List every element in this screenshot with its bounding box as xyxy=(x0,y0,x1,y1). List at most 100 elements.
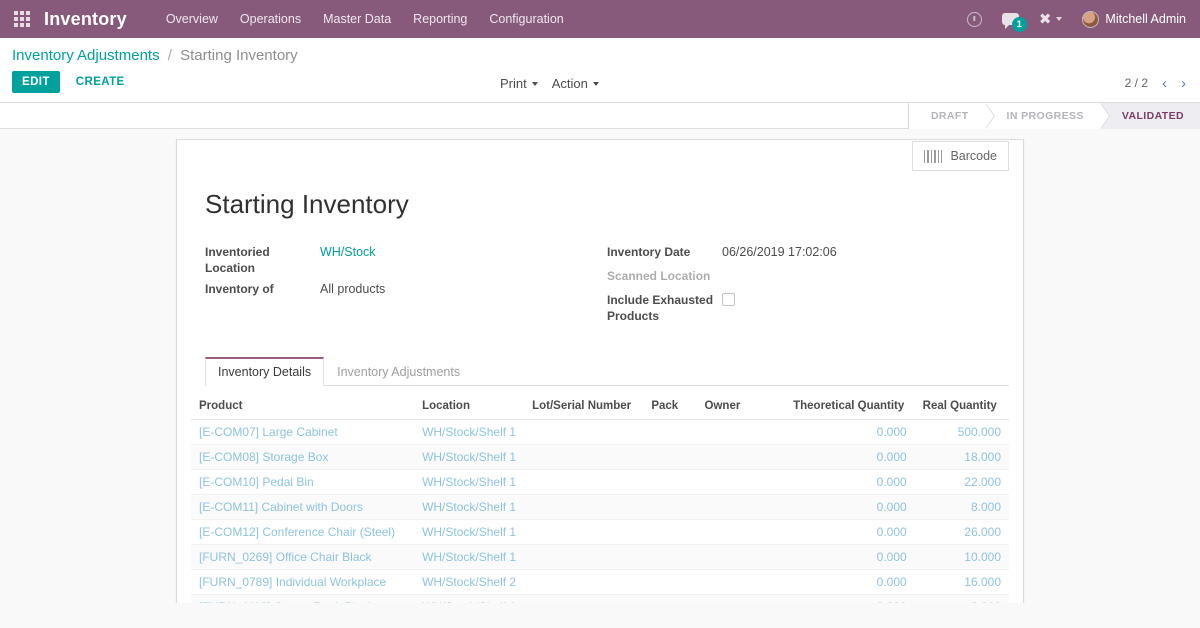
chevron-down-icon xyxy=(531,82,538,87)
create-button[interactable]: CREATE xyxy=(66,71,135,93)
cell-theoretical-quantity: 0.000 xyxy=(785,444,915,471)
column-header-owner[interactable]: Owner xyxy=(696,396,786,421)
tab-inventory-adjustments[interactable]: Inventory Adjustments xyxy=(324,357,473,386)
print-dropdown[interactable]: Print xyxy=(500,76,538,91)
cell-pack xyxy=(643,569,697,596)
field-label-inventory-date: Inventory Date xyxy=(607,245,691,259)
cell-lot xyxy=(524,544,644,571)
cell-location: WH/Stock/Shelf 2 xyxy=(414,569,525,596)
column-header-location[interactable]: Location xyxy=(414,396,525,421)
messages-chat-icon[interactable]: 1 xyxy=(992,13,1029,32)
cell-owner xyxy=(696,494,786,521)
inventory-lines-table: Product Location Lot/Serial Number Pack … xyxy=(191,396,1009,603)
cell-owner xyxy=(696,469,786,496)
table-body: [E-COM07] Large Cabinet WH/Stock/Shelf 1… xyxy=(191,419,1009,603)
activity-clock-icon[interactable] xyxy=(957,11,992,27)
pager-previous-icon[interactable]: ‹ xyxy=(1156,76,1173,91)
cell-pack xyxy=(643,419,697,446)
breadcrumb-inventory-adjustments[interactable]: Inventory Adjustments xyxy=(12,47,160,64)
field-inventory-date: Inventory Date 06/26/2019 17:02:06 xyxy=(607,244,1009,263)
print-label: Print xyxy=(500,75,527,91)
cell-owner xyxy=(696,444,786,471)
barcode-icon xyxy=(923,149,943,163)
cell-product: [E-COM10] Pedal Bin xyxy=(191,469,415,496)
column-header-theoretical-quantity[interactable]: Theoretical Quantity xyxy=(785,396,915,421)
app-brand-inventory[interactable]: Inventory xyxy=(44,9,127,30)
notebook-tabs: Inventory Details Inventory Adjustments xyxy=(205,357,1009,387)
column-header-pack[interactable]: Pack xyxy=(643,396,697,421)
column-header-real-quantity[interactable]: Real Quantity xyxy=(914,396,1009,421)
table-row[interactable]: [E-COM10] Pedal Bin WH/Stock/Shelf 1 0.0… xyxy=(191,469,1009,496)
cell-location: WH/Stock/Shelf 1 xyxy=(414,544,525,571)
control-panel-dropdowns: Print Action xyxy=(500,64,599,102)
pager-next-icon[interactable]: › xyxy=(1175,76,1192,91)
field-value-inventory-date[interactable]: 06/26/2019 17:02:06 xyxy=(722,244,837,261)
menu-item-operations[interactable]: Operations xyxy=(229,2,312,36)
cell-location: WH/Stock/Shelf 1 xyxy=(414,419,525,446)
form-fields: Inventoried Location WH/Stock Inventory … xyxy=(205,244,1009,329)
cell-owner xyxy=(696,594,786,603)
menu-item-configuration[interactable]: Configuration xyxy=(478,2,574,36)
field-label-inventoried-location: Inventoried Location xyxy=(205,245,270,276)
main-menu: Overview Operations Master Data Reportin… xyxy=(155,2,575,36)
user-menu[interactable]: Mitchell Admin xyxy=(1072,10,1194,28)
cell-owner xyxy=(696,519,786,546)
apps-grid-icon[interactable] xyxy=(0,11,44,27)
status-bar-row: DRAFT IN PROGRESS VALIDATED xyxy=(0,103,1200,129)
field-scanned-location: Scanned Location xyxy=(607,268,1009,287)
table-row[interactable]: [E-COM12] Conference Chair (Steel) WH/St… xyxy=(191,519,1009,546)
tools-menu-icon[interactable]: ✖ xyxy=(1029,12,1073,27)
menu-item-master-data[interactable]: Master Data xyxy=(312,2,402,36)
column-header-product[interactable]: Product xyxy=(191,396,415,421)
table-row[interactable]: [FURN_1118] Corner Desk Black WH/Stock/S… xyxy=(191,594,1009,603)
cell-lot xyxy=(524,444,644,471)
page-title: Starting Inventory xyxy=(205,189,409,219)
cell-lot xyxy=(524,569,644,596)
user-name-label: Mitchell Admin xyxy=(1105,12,1186,26)
field-value-inventory-of[interactable]: All products xyxy=(320,281,385,298)
cell-owner xyxy=(696,544,786,571)
table-row[interactable]: [E-COM11] Cabinet with Doors WH/Stock/Sh… xyxy=(191,494,1009,521)
cell-product: [E-COM11] Cabinet with Doors xyxy=(191,494,415,521)
table-row[interactable]: [FURN_0789] Individual Workplace WH/Stoc… xyxy=(191,569,1009,596)
tab-inventory-details[interactable]: Inventory Details xyxy=(205,357,325,387)
cell-theoretical-quantity: 0.000 xyxy=(785,469,915,496)
cell-pack xyxy=(643,519,697,546)
messages-count-badge: 1 xyxy=(1011,17,1027,32)
table-header: Product Location Lot/Serial Number Pack … xyxy=(191,396,1009,421)
field-label-scanned-location: Scanned Location xyxy=(607,269,711,283)
field-value-inventoried-location[interactable]: WH/Stock xyxy=(320,244,376,261)
menu-item-reporting[interactable]: Reporting xyxy=(402,2,478,36)
barcode-button[interactable]: Barcode xyxy=(911,141,1009,171)
cell-owner xyxy=(696,569,786,596)
form-column-left: Inventoried Location WH/Stock Inventory … xyxy=(205,244,607,329)
cell-real-quantity: 26.000 xyxy=(914,519,1009,546)
column-header-lot-serial-number[interactable]: Lot/Serial Number xyxy=(524,396,644,421)
action-dropdown[interactable]: Action xyxy=(552,76,599,91)
form-sheet: Barcode Starting Inventory Inventoried L… xyxy=(176,139,1024,603)
status-draft[interactable]: DRAFT xyxy=(907,103,995,129)
include-exhausted-products-checkbox[interactable] xyxy=(722,293,735,306)
menu-item-overview[interactable]: Overview xyxy=(155,2,229,36)
cell-theoretical-quantity: 0.000 xyxy=(785,519,915,546)
cell-pack xyxy=(643,594,697,603)
status-in-progress[interactable]: IN PROGRESS xyxy=(984,103,1111,129)
cell-location: WH/Stock/Shelf 1 xyxy=(414,469,525,496)
table-row[interactable]: [E-COM07] Large Cabinet WH/Stock/Shelf 1… xyxy=(191,419,1009,446)
breadcrumb: Inventory Adjustments / Starting Invento… xyxy=(0,38,1200,64)
cell-real-quantity: 500.000 xyxy=(914,419,1009,446)
cell-lot xyxy=(524,469,644,496)
status-validated[interactable]: VALIDATED xyxy=(1099,103,1200,129)
status-bar: DRAFT IN PROGRESS VALIDATED xyxy=(907,103,1200,129)
cell-pack xyxy=(643,444,697,471)
cell-theoretical-quantity: 0.000 xyxy=(785,494,915,521)
table-row[interactable]: [E-COM08] Storage Box WH/Stock/Shelf 1 0… xyxy=(191,444,1009,471)
edit-button[interactable]: EDIT xyxy=(12,70,60,93)
cell-real-quantity: 16.000 xyxy=(914,569,1009,596)
action-label: Action xyxy=(551,75,588,91)
table-row[interactable]: [FURN_0269] Office Chair Black WH/Stock/… xyxy=(191,544,1009,571)
cell-product: [FURN_0789] Individual Workplace xyxy=(191,569,415,596)
pager: 2 / 2 ‹ › xyxy=(1125,64,1192,102)
field-label-inventory-of: Inventory of xyxy=(205,282,274,297)
cell-real-quantity: 22.000 xyxy=(914,469,1009,496)
